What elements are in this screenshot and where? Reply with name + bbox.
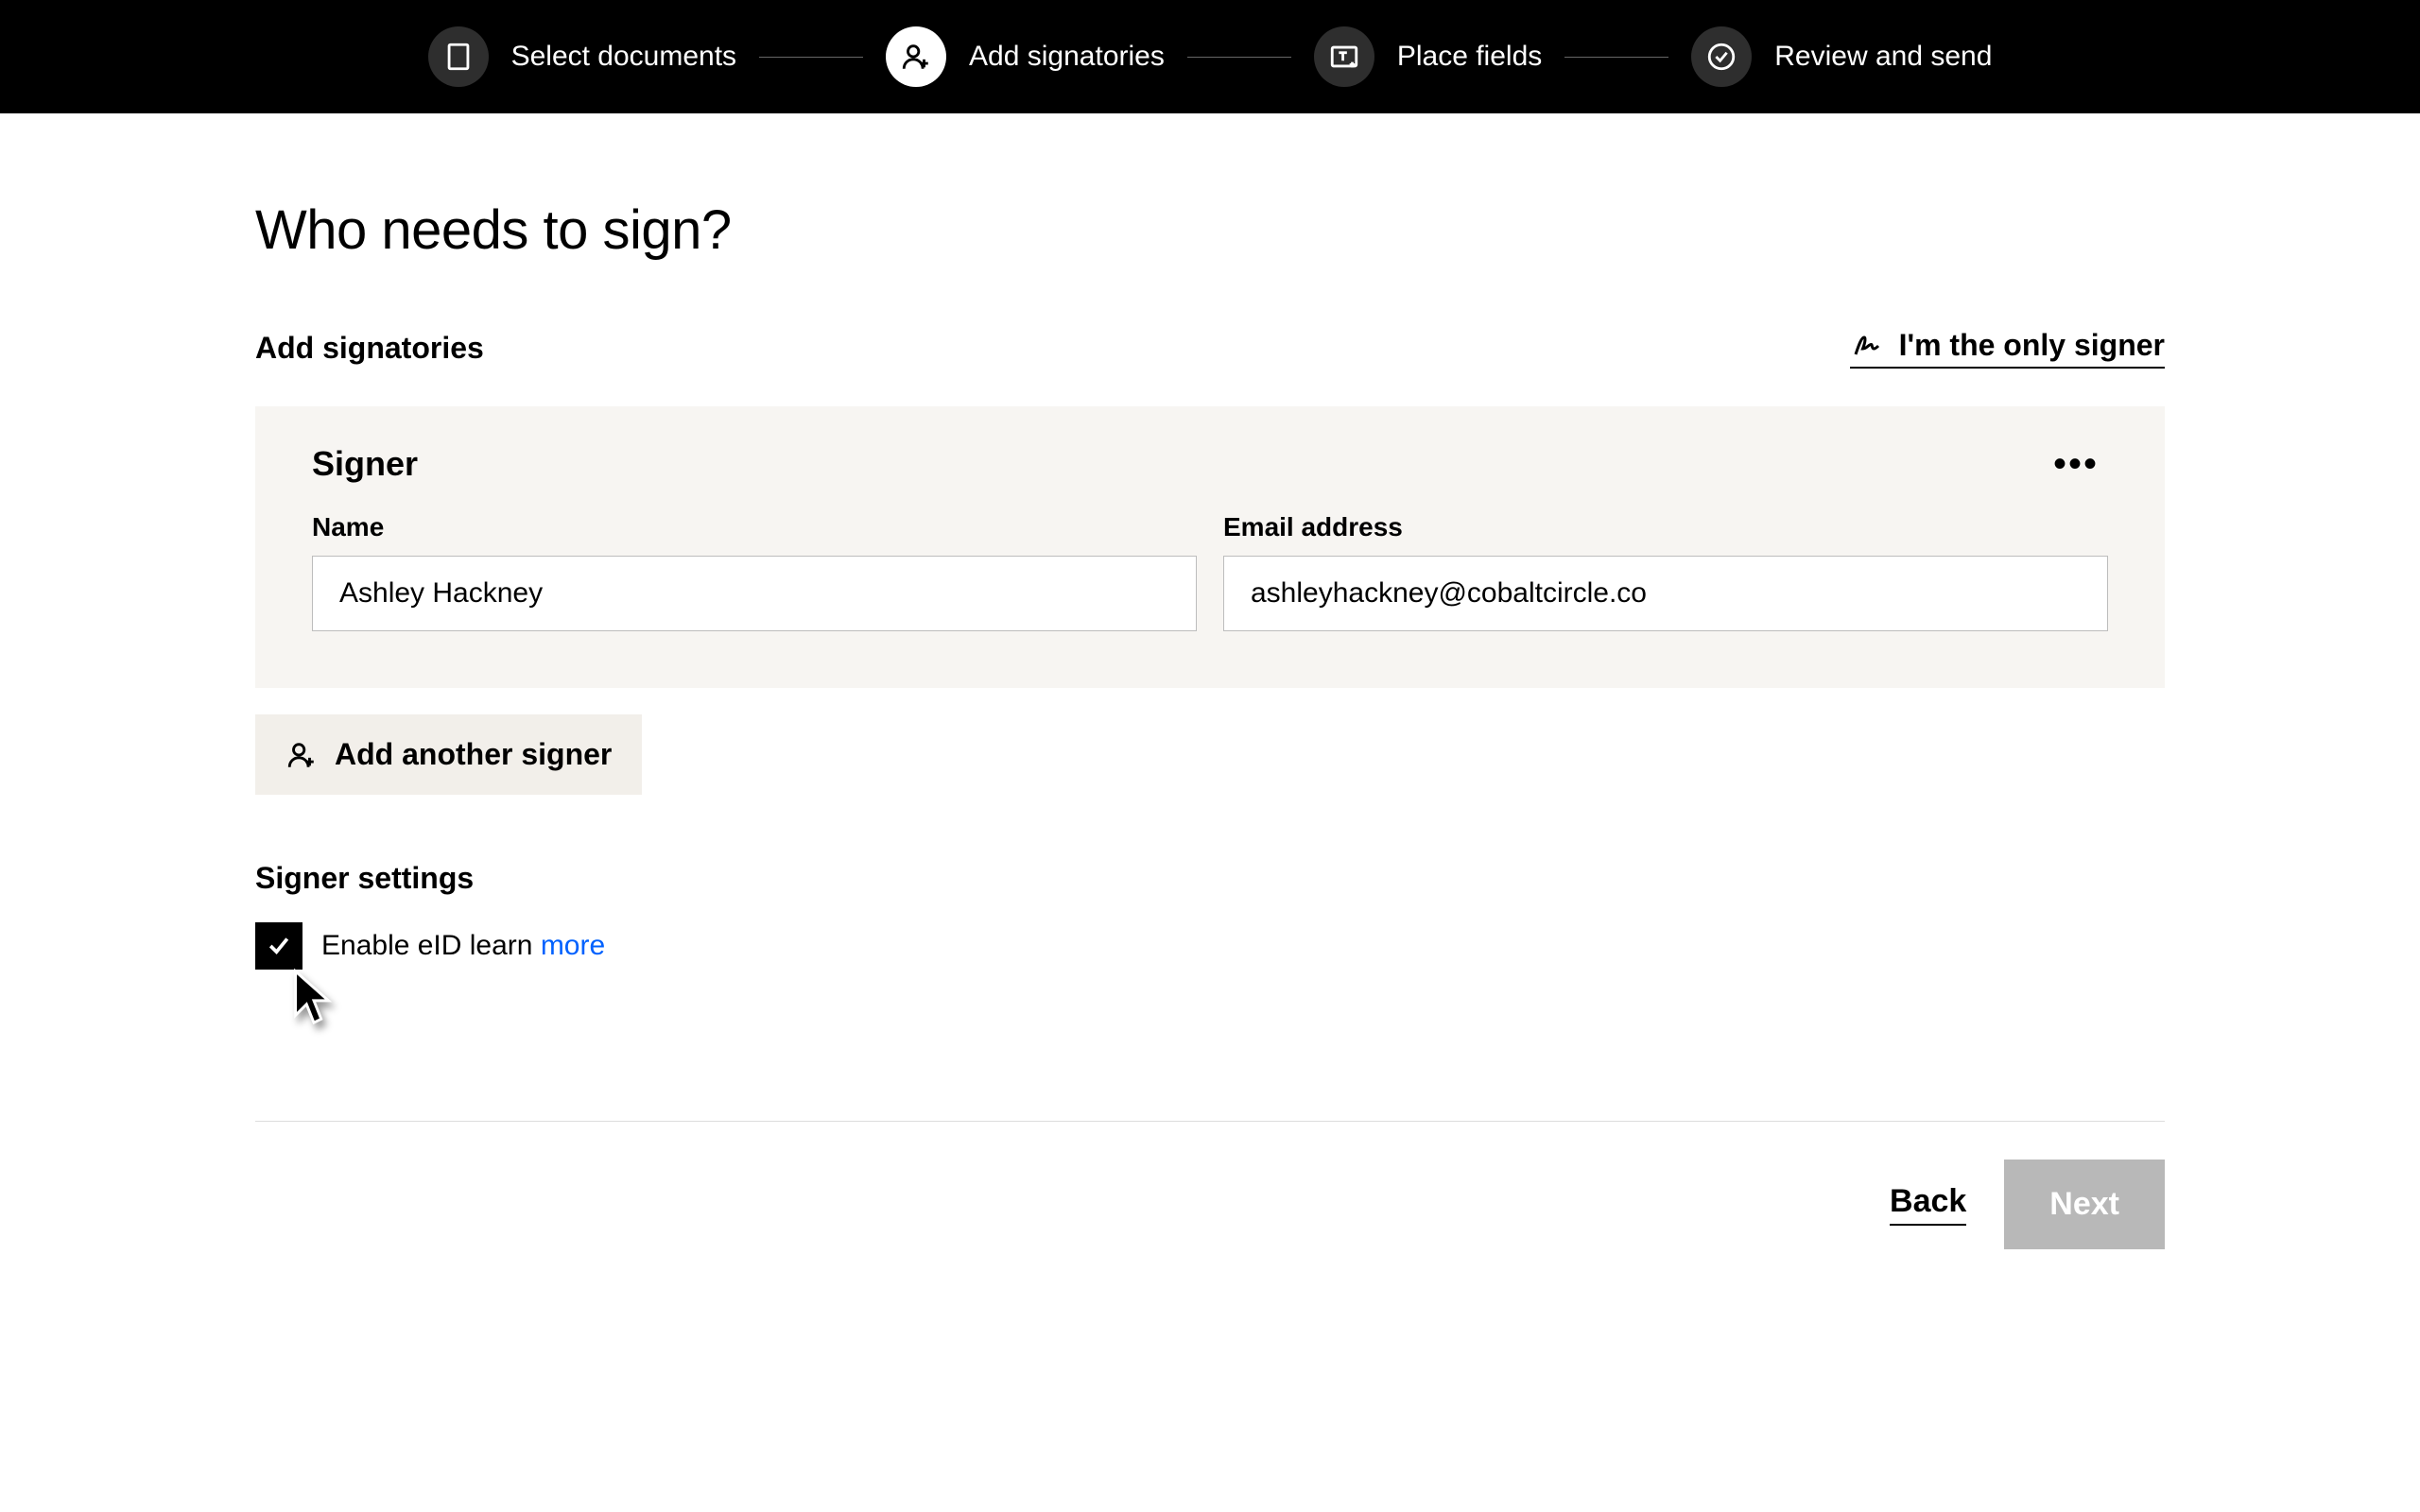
email-input[interactable] <box>1223 556 2108 631</box>
enable-eid-row: Enable eID learn more <box>255 922 2165 970</box>
name-input[interactable] <box>312 556 1197 631</box>
step-select-documents[interactable]: Select documents <box>428 26 736 87</box>
back-button[interactable]: Back <box>1890 1183 1966 1226</box>
step-label: Add signatories <box>969 41 1165 73</box>
step-add-signatories[interactable]: Add signatories <box>886 26 1165 87</box>
step-label: Select documents <box>511 41 736 73</box>
next-button[interactable]: Next <box>2004 1160 2165 1249</box>
add-another-signer-button[interactable]: Add another signer <box>255 714 642 795</box>
step-label: Review and send <box>1774 41 1992 73</box>
add-another-label: Add another signer <box>335 737 612 772</box>
step-label: Place fields <box>1397 41 1542 73</box>
only-signer-label: I'm the only signer <box>1899 328 2165 363</box>
document-icon <box>428 26 489 87</box>
only-signer-link[interactable]: I'm the only signer <box>1850 328 2165 369</box>
fields-row: Name Email address <box>312 512 2108 631</box>
email-field-col: Email address <box>1223 512 2108 631</box>
enable-eid-text: Enable eID learn more <box>321 930 605 962</box>
signer-card: Signer ••• Name Email address <box>255 406 2165 688</box>
step-review-send[interactable]: Review and send <box>1691 26 1992 87</box>
email-label: Email address <box>1223 512 2108 542</box>
check-circle-icon <box>1691 26 1752 87</box>
check-icon <box>265 932 293 960</box>
add-person-icon <box>886 26 946 87</box>
enable-eid-label: Enable eID learn <box>321 930 541 961</box>
enable-eid-checkbox[interactable] <box>255 922 302 970</box>
stepper: Select documents Add signatories Place f… <box>0 0 2420 113</box>
learn-more-link[interactable]: more <box>541 930 605 961</box>
step-divider <box>1564 57 1668 58</box>
step-place-fields[interactable]: Place fields <box>1314 26 1542 87</box>
more-options-icon[interactable]: ••• <box>2044 445 2108 483</box>
step-divider <box>1187 57 1291 58</box>
footer-divider <box>255 1121 2165 1122</box>
name-field-col: Name <box>312 512 1197 631</box>
section-header-row: Add signatories I'm the only signer <box>255 328 2165 369</box>
cursor-icon <box>291 968 337 1026</box>
footer: Back Next <box>199 1121 2221 1306</box>
step-divider <box>759 57 863 58</box>
page-title: Who needs to sign? <box>255 198 2165 262</box>
add-signatories-title: Add signatories <box>255 331 484 366</box>
main-content: Who needs to sign? Add signatories I'm t… <box>199 113 2221 970</box>
text-field-icon <box>1314 26 1374 87</box>
name-label: Name <box>312 512 1197 542</box>
footer-buttons: Back Next <box>255 1160 2165 1306</box>
add-person-icon <box>285 739 318 771</box>
signer-settings-title: Signer settings <box>255 861 2165 896</box>
signer-header: Signer ••• <box>312 444 2108 484</box>
signer-title: Signer <box>312 444 418 484</box>
signature-icon <box>1850 329 1884 363</box>
